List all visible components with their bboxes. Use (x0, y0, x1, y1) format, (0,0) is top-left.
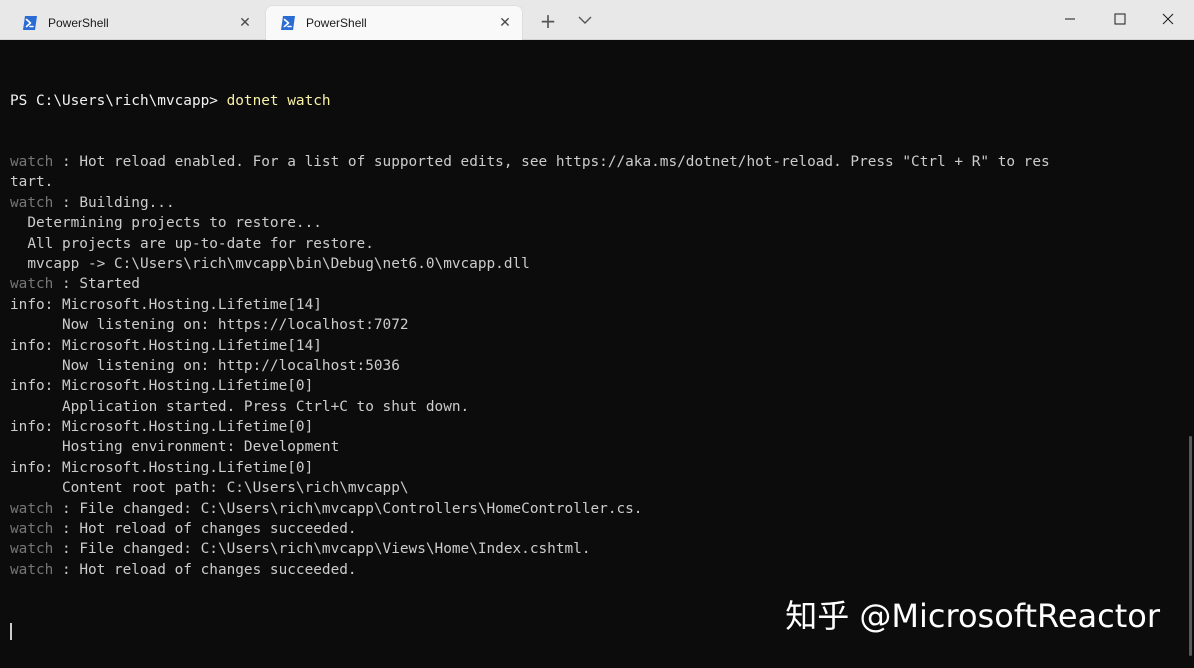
output-text: Application started. Press Ctrl+C to shu… (10, 398, 470, 415)
output-line: Hosting environment: Development (10, 437, 1194, 457)
output-line: watch : File changed: C:\Users\rich\mvca… (10, 499, 1194, 519)
output-text: tart. (10, 174, 54, 191)
output-text: : Building... (53, 194, 175, 211)
tab-close-icon[interactable]: ✕ (498, 16, 512, 30)
output-line: watch : Building... (10, 193, 1194, 213)
watch-prefix: watch (10, 276, 54, 293)
output-text: : Hot reload enabled. For a list of supp… (53, 154, 1050, 171)
watch-prefix: watch (10, 194, 54, 211)
output-line: info: Microsoft.Hosting.Lifetime[0] (10, 376, 1194, 396)
output-line: tart. (10, 172, 1194, 192)
watch-prefix: watch (10, 561, 54, 578)
output-text: Content root path: C:\Users\rich\mvcapp\ (10, 480, 409, 497)
powershell-icon (23, 16, 37, 30)
terminal-window: PowerShell ✕ PowerShell ✕ + PS C:\Users\… (0, 0, 1194, 668)
tab-close-icon[interactable]: ✕ (238, 16, 252, 30)
output-line: info: Microsoft.Hosting.Lifetime[14] (10, 336, 1194, 356)
maximize-button[interactable] (1096, 0, 1144, 38)
output-line: watch : Hot reload of changes succeeded. (10, 519, 1194, 539)
command-text: dotnet watch (226, 92, 331, 109)
minimize-button[interactable] (1046, 0, 1094, 38)
output-text: info: Microsoft.Hosting.Lifetime[14] (10, 296, 322, 313)
watch-prefix: watch (10, 541, 54, 558)
tab-label: PowerShell (306, 16, 367, 30)
output-text: info: Microsoft.Hosting.Lifetime[0] (10, 378, 314, 395)
output-text: info: Microsoft.Hosting.Lifetime[0] (10, 419, 314, 436)
output-line: Now listening on: http://localhost:5036 (10, 356, 1194, 376)
text-cursor (10, 622, 12, 640)
maximize-icon (1114, 13, 1126, 25)
watch-prefix: watch (10, 154, 54, 171)
output-line: mvcapp -> C:\Users\rich\mvcapp\bin\Debug… (10, 254, 1194, 274)
output-text: : Started (53, 276, 140, 293)
output-text: Now listening on: https://localhost:7072 (10, 317, 409, 334)
output-line: info: Microsoft.Hosting.Lifetime[14] (10, 295, 1194, 315)
minimize-icon (1065, 18, 1075, 20)
output-line: watch : Started (10, 274, 1194, 294)
scrollbar-thumb[interactable] (1189, 436, 1192, 656)
close-button[interactable] (1144, 0, 1192, 38)
prompt-line: PS C:\Users\rich\mvcapp> dotnet watch (10, 91, 1194, 111)
output-text: : File changed: C:\Users\rich\mvcapp\Con… (53, 500, 643, 517)
watch-prefix: watch (10, 521, 54, 538)
plus-icon[interactable]: + (538, 11, 558, 31)
output-text: info: Microsoft.Hosting.Lifetime[0] (10, 459, 314, 476)
watch-prefix: watch (10, 500, 54, 517)
output-text: mvcapp -> C:\Users\rich\mvcapp\bin\Debug… (10, 255, 530, 272)
output-line: Now listening on: https://localhost:7072 (10, 315, 1194, 335)
output-text: Now listening on: http://localhost:5036 (10, 357, 400, 374)
terminal-output[interactable]: PS C:\Users\rich\mvcapp> dotnet watch wa… (0, 40, 1194, 668)
output-text: Determining projects to restore... (10, 215, 322, 232)
output-line: watch : File changed: C:\Users\rich\mvca… (10, 539, 1194, 559)
chevron-down-icon[interactable] (576, 13, 594, 27)
output-lines: watch : Hot reload enabled. For a list o… (10, 152, 1194, 580)
tab-powershell-2[interactable]: PowerShell ✕ (266, 6, 522, 40)
output-line: All projects are up-to-date for restore. (10, 234, 1194, 254)
output-text: : File changed: C:\Users\rich\mvcapp\Vie… (53, 541, 591, 558)
output-line: info: Microsoft.Hosting.Lifetime[0] (10, 458, 1194, 478)
output-text: Hosting environment: Development (10, 439, 340, 456)
output-line: Application started. Press Ctrl+C to shu… (10, 397, 1194, 417)
watermark: 知乎 @MicrosoftReactor (785, 597, 1160, 635)
output-text: : Hot reload of changes succeeded. (53, 521, 357, 538)
prompt-text: PS C:\Users\rich\mvcapp> (10, 92, 227, 109)
powershell-icon (281, 16, 295, 30)
output-text: All projects are up-to-date for restore. (10, 235, 374, 252)
output-text: : Hot reload of changes succeeded. (53, 561, 357, 578)
output-line: info: Microsoft.Hosting.Lifetime[0] (10, 417, 1194, 437)
title-bar[interactable]: PowerShell ✕ PowerShell ✕ + (0, 0, 1194, 40)
output-line: watch : Hot reload of changes succeeded. (10, 560, 1194, 580)
output-line: Determining projects to restore... (10, 213, 1194, 233)
output-line: Content root path: C:\Users\rich\mvcapp\ (10, 478, 1194, 498)
output-line: watch : Hot reload enabled. For a list o… (10, 152, 1194, 172)
tab-powershell-1[interactable]: PowerShell ✕ (8, 6, 262, 40)
close-icon (1162, 13, 1174, 25)
output-text: info: Microsoft.Hosting.Lifetime[14] (10, 337, 322, 354)
tab-label: PowerShell (48, 16, 109, 30)
